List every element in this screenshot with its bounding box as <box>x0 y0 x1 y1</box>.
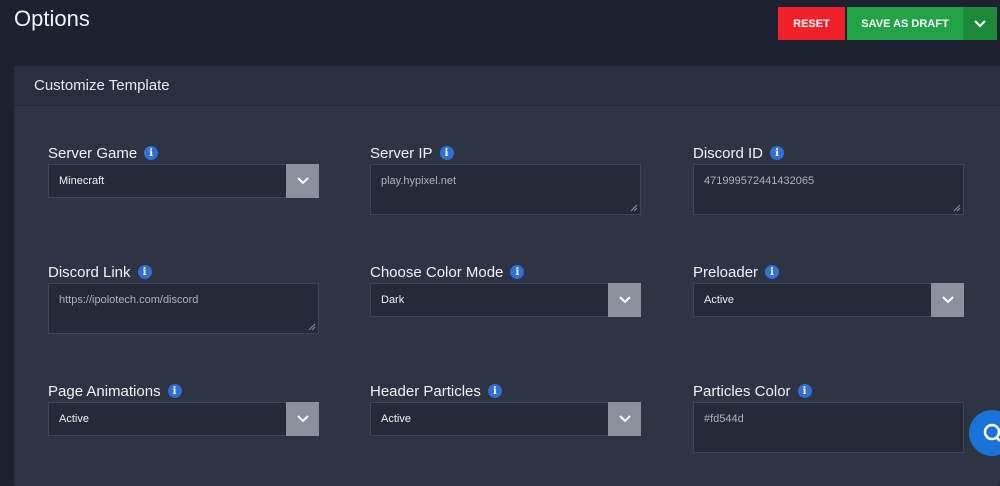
customize-template-card: Customize Template Server Game i Minecra… <box>14 66 1000 486</box>
reset-button[interactable]: RESET <box>778 7 845 40</box>
chevron-down-icon[interactable] <box>608 283 641 317</box>
chevron-down-icon[interactable] <box>286 164 319 198</box>
preloader-label: Preloader <box>693 263 759 281</box>
chevron-down-icon[interactable] <box>608 402 641 436</box>
discord-id-label: Discord ID <box>693 144 764 162</box>
preloader-value: Active <box>704 294 734 306</box>
particles-color-value: #fd544d <box>704 413 744 425</box>
header-particles-label: Header Particles <box>370 382 481 400</box>
server-game-field: Server Game i Minecraft <box>48 143 319 198</box>
color-mode-field: Choose Color Mode i Dark <box>370 262 641 317</box>
preloader-select[interactable]: Active <box>693 283 964 317</box>
server-ip-value: play.hypixel.net <box>381 175 457 187</box>
server-game-select[interactable]: Minecraft <box>48 164 319 198</box>
info-icon[interactable]: i <box>137 265 152 279</box>
page-title: Options <box>14 6 90 31</box>
discord-id-field: Discord ID i 471999572441432065 <box>693 143 964 215</box>
particles-color-label: Particles Color <box>693 382 791 400</box>
page-animations-value: Active <box>59 413 89 425</box>
discord-link-label: Discord Link <box>48 263 131 281</box>
server-game-value: Minecraft <box>59 175 105 187</box>
discord-link-input[interactable]: https://ipolotech.com/discord <box>48 283 319 334</box>
resize-handle-icon[interactable] <box>630 204 638 212</box>
header-particles-value: Active <box>381 413 411 425</box>
info-icon[interactable]: i <box>487 384 502 398</box>
info-icon[interactable]: i <box>167 384 182 398</box>
server-ip-field: Server IP i play.hypixel.net <box>370 143 641 215</box>
info-icon[interactable]: i <box>439 146 454 160</box>
server-ip-label: Server IP <box>370 144 433 162</box>
info-icon[interactable]: i <box>770 146 785 160</box>
discord-link-value: https://ipolotech.com/discord <box>59 294 199 306</box>
chevron-down-icon <box>974 19 986 27</box>
header-particles-select[interactable]: Active <box>370 402 641 436</box>
chevron-down-icon[interactable] <box>286 402 319 436</box>
particles-color-field: Particles Color i #fd544d <box>693 381 964 453</box>
discord-id-input[interactable]: 471999572441432065 <box>693 164 964 215</box>
server-game-label: Server Game <box>48 144 138 162</box>
info-icon[interactable]: i <box>797 384 812 398</box>
preloader-field: Preloader i Active <box>693 262 964 317</box>
info-icon[interactable]: i <box>765 265 780 279</box>
color-mode-select[interactable]: Dark <box>370 283 641 317</box>
resize-handle-icon[interactable] <box>308 323 316 331</box>
save-as-draft-button[interactable]: SAVE AS DRAFT <box>847 7 963 40</box>
info-icon[interactable]: i <box>510 265 525 279</box>
resize-handle-icon[interactable] <box>953 204 961 212</box>
header-particles-field: Header Particles i Active <box>370 381 641 436</box>
save-options-dropdown-button[interactable] <box>963 7 997 40</box>
info-icon[interactable]: i <box>144 146 159 160</box>
server-ip-input[interactable]: play.hypixel.net <box>370 164 641 215</box>
page-animations-select[interactable]: Active <box>48 402 319 436</box>
discord-id-value: 471999572441432065 <box>704 175 815 187</box>
color-mode-label: Choose Color Mode <box>370 263 504 281</box>
page-animations-field: Page Animations i Active <box>48 381 319 436</box>
particles-color-input[interactable]: #fd544d <box>693 402 964 453</box>
color-mode-value: Dark <box>381 294 405 306</box>
card-title: Customize Template <box>34 77 170 94</box>
discord-link-field: Discord Link i https://ipolotech.com/dis… <box>48 262 319 334</box>
card-header: Customize Template <box>14 66 1000 106</box>
chevron-down-icon[interactable] <box>931 283 964 317</box>
page-animations-label: Page Animations <box>48 382 161 400</box>
